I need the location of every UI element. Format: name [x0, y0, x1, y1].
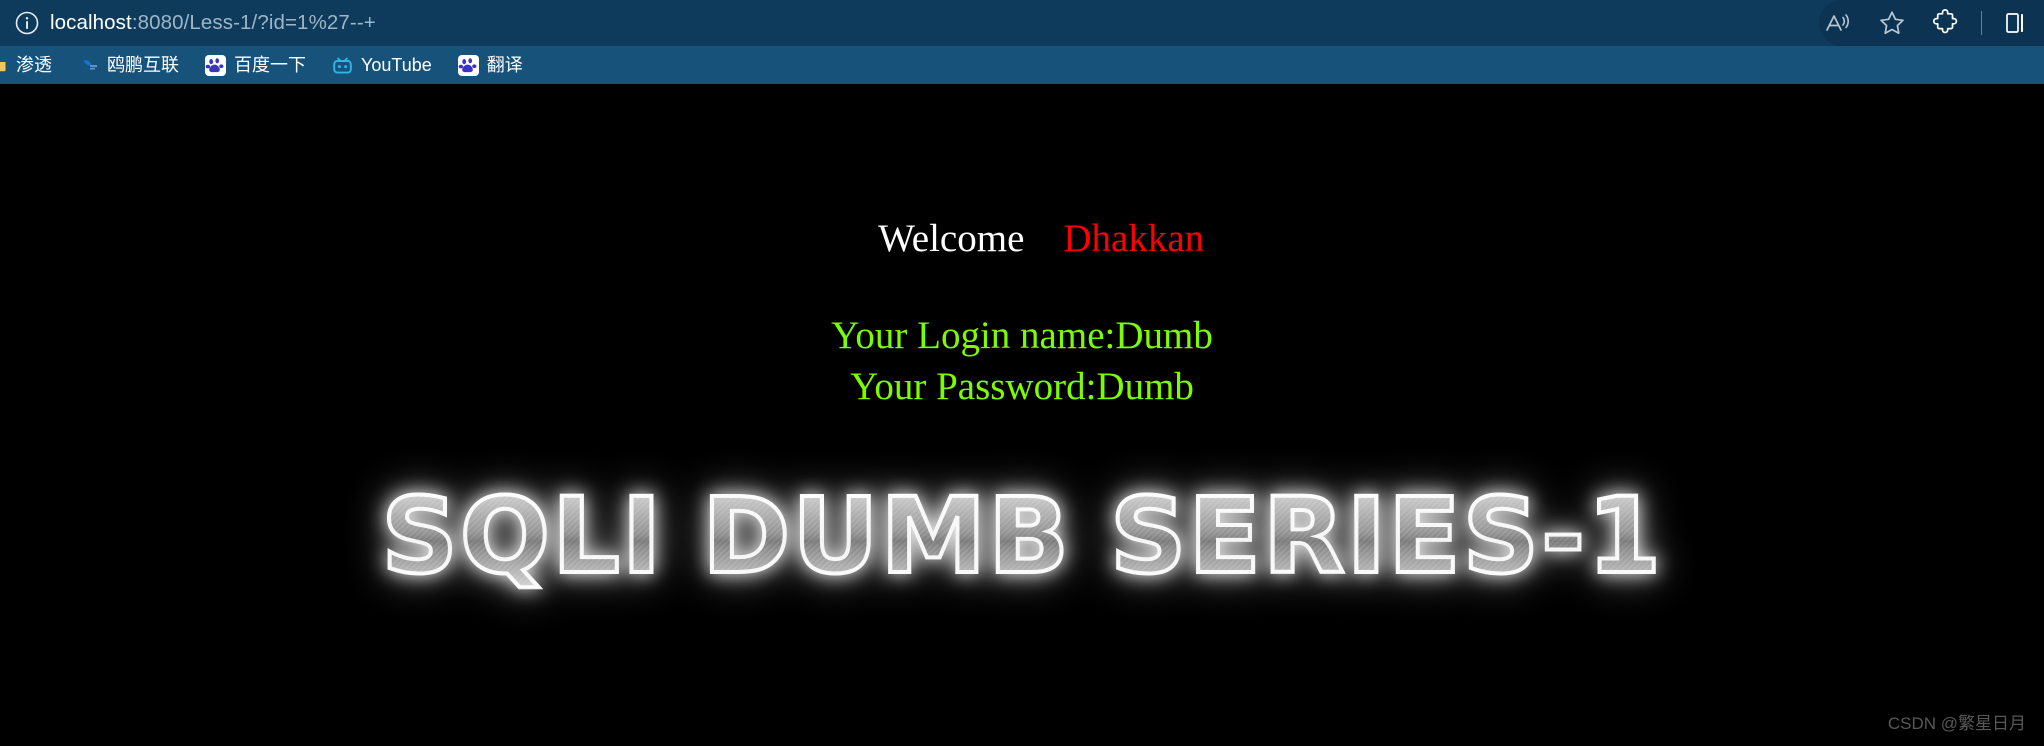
- bookmark-label: 翻译: [486, 55, 523, 75]
- page-content: Welcome Dhakkan Your Login name:Dumb You…: [0, 84, 2044, 746]
- info-circle-icon[interactable]: [12, 8, 42, 38]
- sqli-logo-text: SQLI DUMB SERIES-1: [379, 475, 1663, 597]
- oupeng-icon: [78, 55, 99, 76]
- bookmark-item-baidu[interactable]: 百度一下: [196, 50, 315, 80]
- toolbar-divider: [1981, 11, 1982, 35]
- bookmarks-bar: 渗透 鸥鹏互联 百度一下 YouTube 翻译: [0, 46, 2044, 84]
- video-tv-icon: [332, 55, 353, 76]
- favorites-star-icon[interactable]: [1865, 0, 1919, 46]
- bookmark-item-youtube[interactable]: YouTube: [323, 50, 441, 80]
- baidu-icon: [205, 54, 226, 76]
- welcome-heading: Welcome Dhakkan: [0, 172, 2044, 307]
- address-bar-row: localhost:8080/Less-1/?id=1%27--+: [0, 0, 2044, 46]
- login-name-line: Your Login name:Dumb: [831, 313, 1213, 357]
- url-path: :8080/Less-1/?id=1%27--+: [131, 11, 376, 34]
- extensions-puzzle-icon[interactable]: [1919, 0, 1973, 46]
- password-line: Your Password:Dumb: [850, 365, 1194, 409]
- read-aloud-icon[interactable]: [1811, 0, 1865, 46]
- bookmark-label: YouTube: [361, 55, 432, 75]
- bookmark-item-oupeng[interactable]: 鸥鹏互联: [69, 50, 188, 80]
- url-host: localhost: [50, 11, 132, 34]
- sqli-logo: SQLI DUMB SERIES-1: [0, 475, 2044, 597]
- collections-icon[interactable]: [1990, 0, 2044, 46]
- bookmark-label: 鸥鹏互联: [107, 55, 179, 75]
- welcome-username: Dhakkan: [1063, 216, 1205, 260]
- bookmark-label: 渗透: [16, 55, 52, 75]
- welcome-label: Welcome: [878, 216, 1025, 260]
- browser-toolbar-right: [1811, 0, 2044, 46]
- bookmark-item-folder[interactable]: 渗透: [0, 50, 61, 80]
- folder-icon: [0, 55, 8, 76]
- welcome-spacer: [1024, 217, 1063, 260]
- bookmark-label: 百度一下: [234, 55, 306, 75]
- address-bar-url[interactable]: localhost:8080/Less-1/?id=1%27--+: [50, 11, 376, 35]
- bookmark-item-translate[interactable]: 翻译: [449, 50, 532, 80]
- baidu-icon: [457, 54, 479, 76]
- browser-chrome: localhost:8080/Less-1/?id=1%27--+ 渗透 鸥鹏互…: [0, 0, 2044, 84]
- csdn-watermark: CSDN @繁星日月: [1887, 714, 2026, 733]
